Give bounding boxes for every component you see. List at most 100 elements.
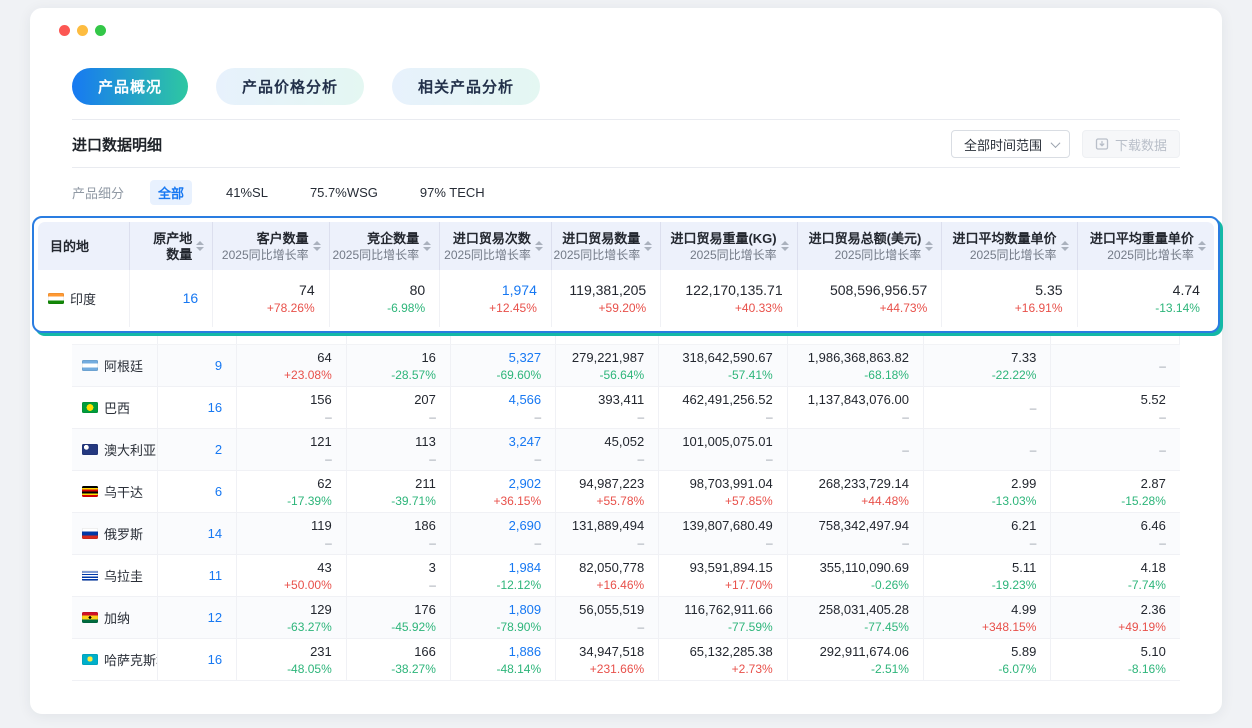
origin-count-cell: 11 xyxy=(158,555,237,596)
tab-product-price-analysis[interactable]: 产品价格分析 xyxy=(216,68,364,105)
unit-price-qty-cell: 2.99-13.03% xyxy=(924,471,1051,512)
table-row[interactable]: 阿根廷964+23.08%16-28.57%5,327-69.60%279,22… xyxy=(72,345,1180,387)
competitors-cell: 3– xyxy=(347,555,451,596)
destination-cell: 加纳 xyxy=(72,597,158,638)
unit-price-weight-cell: 2.36+49.19% xyxy=(1051,597,1180,638)
customers-cell: 62-17.39% xyxy=(237,471,347,512)
trade-amount-cell: 268,233,729.14+44.48% xyxy=(788,471,924,512)
filter-option-757wsg[interactable]: 75.7%WSG xyxy=(302,182,386,203)
filter-option-all[interactable]: 全部 xyxy=(150,180,192,205)
table-header-row: 目的地原产地数量客户数量2025同比增长率竞企数量2025同比增长率进口贸易次数… xyxy=(38,222,1214,270)
destination-cell: 印度 xyxy=(38,270,130,327)
time-range-value: 全部时间范围 xyxy=(964,135,1042,154)
product-segment-label: 产品细分 xyxy=(72,183,124,202)
sort-icon[interactable] xyxy=(781,241,789,251)
destination-cell: 俄罗斯 xyxy=(72,513,158,554)
unit-price-qty-cell: 5.89-6.07% xyxy=(924,639,1051,680)
sort-icon[interactable] xyxy=(423,241,431,251)
sort-icon[interactable] xyxy=(1198,241,1206,251)
trade-times-cell: 1,886-48.14% xyxy=(451,639,556,680)
column-header-trade-qty[interactable]: 进口贸易数量2025同比增长率 xyxy=(552,222,661,270)
download-icon xyxy=(1095,137,1109,151)
table-row[interactable]: 印度1674+78.26%80-6.98%1,974+12.45%119,381… xyxy=(38,270,1214,327)
zoom-window-icon[interactable] xyxy=(95,25,106,36)
trade-qty-cell: 393,411– xyxy=(556,387,659,428)
table-row[interactable]: 乌干达662-17.39%211-39.71%2,902+36.15%94,98… xyxy=(72,471,1180,513)
customers-cell: 121– xyxy=(237,429,347,470)
tab-product-overview[interactable]: 产品概况 xyxy=(72,68,188,105)
competitors-cell: 207– xyxy=(347,387,451,428)
sort-icon[interactable] xyxy=(196,241,204,251)
unit-price-weight-cell: 6.46– xyxy=(1051,513,1180,554)
tab-related-product-analysis[interactable]: 相关产品分析 xyxy=(392,68,540,105)
time-range-select[interactable]: 全部时间范围 xyxy=(951,130,1070,158)
table-row[interactable]: 加纳12129-63.27%176-45.92%1,809-78.90%56,0… xyxy=(72,597,1180,639)
unit-price-qty-cell: 4.99+348.15% xyxy=(924,597,1051,638)
destination-cell: 乌拉圭 xyxy=(72,555,158,596)
trade-amount-cell: 292,911,674.06-2.51% xyxy=(788,639,924,680)
trade-weight-cell: 101,005,075.01– xyxy=(659,429,788,470)
trade-qty-cell: 279,221,987-56.64% xyxy=(556,345,659,386)
trade-amount-cell: 258,031,405.28-77.45% xyxy=(788,597,924,638)
unit-price-weight-cell: – xyxy=(1051,429,1180,470)
origin-count-cell: 14 xyxy=(158,513,237,554)
trade-weight-cell: 98,703,991.04+57.85% xyxy=(659,471,788,512)
app-window: 产品概况 产品价格分析 相关产品分析 进口数据明细 全部时间范围 下载数据 xyxy=(30,8,1222,714)
customers-cell: 43+50.00% xyxy=(237,555,347,596)
table-row[interactable]: 乌拉圭1143+50.00%3–1,984-12.12%82,050,778+1… xyxy=(72,555,1180,597)
column-header-destination: 目的地 xyxy=(38,222,130,270)
table-row[interactable]: 俄罗斯14119–186–2,690–131,889,494–139,807,6… xyxy=(72,513,1180,555)
column-header-competitors[interactable]: 竞企数量2025同比增长率 xyxy=(330,222,441,270)
column-header-trade-weight[interactable]: 进口贸易重量(KG)2025同比增长率 xyxy=(661,222,797,270)
column-header-customers[interactable]: 客户数量2025同比增长率 xyxy=(213,222,329,270)
highlighted-table-section: 目的地原产地数量客户数量2025同比增长率竞企数量2025同比增长率进口贸易次数… xyxy=(32,216,1220,333)
sort-icon[interactable] xyxy=(925,241,933,251)
unit-price-qty-cell: – xyxy=(924,387,1051,428)
origin-count-cell: 16 xyxy=(130,270,213,327)
origin-count-cell: 2 xyxy=(158,429,237,470)
trade-weight-cell: 116,762,911.66-77.59% xyxy=(659,597,788,638)
customers-cell: 74+78.26% xyxy=(213,270,329,327)
country-name: 加纳 xyxy=(104,608,130,627)
trade-weight-cell: 122,170,135.71+40.33% xyxy=(661,270,797,327)
origin-count-cell: 9 xyxy=(158,345,237,386)
ghana-flag-icon xyxy=(82,612,98,623)
sort-icon[interactable] xyxy=(313,241,321,251)
partially-hidden-row xyxy=(72,336,1180,345)
trade-qty-cell: 56,055,519– xyxy=(556,597,659,638)
table-row[interactable]: 哈萨克斯坦16231-48.05%166-38.27%1,886-48.14%3… xyxy=(72,639,1180,681)
trade-weight-cell: 93,591,894.15+17.70% xyxy=(659,555,788,596)
table-row[interactable]: 澳大利亚2121–113–3,247–45,052–101,005,075.01… xyxy=(72,429,1180,471)
column-header-unit-price-qty[interactable]: 进口平均数量单价2025同比增长率 xyxy=(942,222,1077,270)
download-data-button[interactable]: 下载数据 xyxy=(1082,130,1180,158)
sort-icon[interactable] xyxy=(644,241,652,251)
close-window-icon[interactable] xyxy=(59,25,70,36)
india-flag-icon xyxy=(48,293,64,304)
minimize-window-icon[interactable] xyxy=(77,25,88,36)
trade-amount-cell: 1,986,368,863.82-68.18% xyxy=(788,345,924,386)
sort-icon[interactable] xyxy=(535,241,543,251)
column-header-origin-count[interactable]: 原产地数量 xyxy=(130,222,213,270)
window-controls xyxy=(59,25,106,36)
trade-times-cell: 1,974+12.45% xyxy=(440,270,552,327)
russia-flag-icon xyxy=(82,528,98,539)
country-name: 阿根廷 xyxy=(104,356,143,375)
filter-option-41sl[interactable]: 41%SL xyxy=(218,182,276,203)
country-name: 乌拉圭 xyxy=(104,566,143,585)
destination-cell: 澳大利亚 xyxy=(72,429,158,470)
customers-cell: 64+23.08% xyxy=(237,345,347,386)
trade-weight-cell: 462,491,256.52– xyxy=(659,387,788,428)
country-name: 哈萨克斯坦 xyxy=(104,650,158,669)
filter-option-97tech[interactable]: 97% TECH xyxy=(412,182,493,203)
trade-times-cell: 1,984-12.12% xyxy=(451,555,556,596)
trade-amount-cell: 1,137,843,076.00– xyxy=(788,387,924,428)
competitors-cell: 16-28.57% xyxy=(347,345,451,386)
column-header-trade-times[interactable]: 进口贸易次数2025同比增长率 xyxy=(440,222,552,270)
unit-price-qty-cell: – xyxy=(924,429,1051,470)
trade-weight-cell: 139,807,680.49– xyxy=(659,513,788,554)
column-header-trade-amount[interactable]: 进口贸易总额(美元)2025同比增长率 xyxy=(798,222,943,270)
table-row[interactable]: 巴西16156–207–4,566–393,411–462,491,256.52… xyxy=(72,387,1180,429)
column-header-unit-price-weight[interactable]: 进口平均重量单价2025同比增长率 xyxy=(1078,222,1214,270)
sort-icon[interactable] xyxy=(1061,241,1069,251)
unit-price-qty-cell: 5.11-19.23% xyxy=(924,555,1051,596)
